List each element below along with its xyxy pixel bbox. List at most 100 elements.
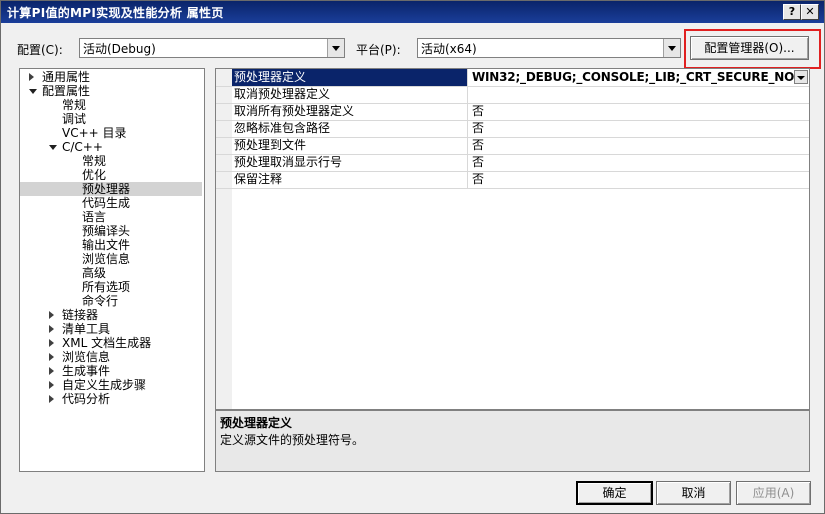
- tree-item[interactable]: 高级: [20, 266, 202, 280]
- tree-item[interactable]: 命令行: [20, 294, 202, 308]
- property-value[interactable]: 否: [470, 137, 808, 154]
- property-name: 忽略标准包含路径: [232, 120, 468, 137]
- tree-item[interactable]: 代码生成: [20, 196, 202, 210]
- tree-item-label: 高级: [82, 266, 107, 280]
- collapsed-arrow-icon[interactable]: [49, 311, 54, 319]
- tree-item-label: 优化: [82, 168, 107, 182]
- property-value[interactable]: 否: [470, 103, 808, 120]
- property-name: 预处理器定义: [232, 69, 468, 86]
- tree-item-label: 浏览信息: [82, 252, 131, 266]
- tree-item[interactable]: 清单工具: [20, 322, 202, 336]
- property-row[interactable]: 取消所有预处理器定义否: [216, 103, 809, 121]
- tree-item[interactable]: 语言: [20, 210, 202, 224]
- platform-combo[interactable]: 活动(x64): [417, 38, 681, 58]
- config-combo[interactable]: 活动(Debug): [79, 38, 345, 58]
- tree-item[interactable]: 通用属性: [20, 70, 202, 84]
- property-row[interactable]: 预处理到文件否: [216, 137, 809, 155]
- description-text: 定义源文件的预处理符号。: [220, 433, 365, 447]
- tree-item-label: 自定义生成步骤: [62, 378, 147, 392]
- property-name: 取消所有预处理器定义: [232, 103, 468, 120]
- tree-item-label: VC++ 目录: [62, 126, 127, 140]
- tree-item-label: 输出文件: [82, 238, 131, 252]
- collapsed-arrow-icon[interactable]: [49, 395, 54, 403]
- property-row[interactable]: 保留注释否: [216, 171, 809, 189]
- tree-item-label: 清单工具: [62, 322, 111, 336]
- tree-item[interactable]: XML 文档生成器: [20, 336, 202, 350]
- window-title: 计算PI值的MPI实现及性能分析 属性页: [7, 6, 224, 20]
- ok-button[interactable]: 确定: [576, 481, 653, 505]
- collapsed-arrow-icon[interactable]: [29, 73, 34, 81]
- property-value[interactable]: 否: [470, 154, 808, 171]
- help-icon[interactable]: ?: [783, 4, 801, 20]
- property-row[interactable]: 忽略标准包含路径否: [216, 120, 809, 138]
- tree-item[interactable]: 自定义生成步骤: [20, 378, 202, 392]
- tree-item[interactable]: 代码分析: [20, 392, 202, 406]
- tree-item[interactable]: 所有选项: [20, 280, 202, 294]
- description-panel: 预处理器定义 定义源文件的预处理符号。: [215, 410, 810, 472]
- expanded-arrow-icon[interactable]: [49, 145, 57, 150]
- tree-item-label: 链接器: [62, 308, 99, 322]
- property-value[interactable]: 否: [470, 171, 808, 188]
- tree-item-label: XML 文档生成器: [62, 336, 152, 350]
- tree-item-label: 通用属性: [42, 70, 91, 84]
- tree-item-label: 所有选项: [82, 280, 131, 294]
- tree-item[interactable]: 调试: [20, 112, 202, 126]
- property-grid[interactable]: 预处理器定义 WIN32;_DEBUG;_CONSOLE;_LIB;_CRT_SE…: [215, 68, 810, 410]
- title-bar[interactable]: 计算PI值的MPI实现及性能分析 属性页 ? ✕: [1, 1, 824, 23]
- tree-item-label: C/C++: [62, 140, 103, 154]
- property-name: 保留注释: [232, 171, 468, 188]
- platform-value: 活动(x64): [421, 42, 477, 56]
- chevron-down-icon[interactable]: [794, 70, 808, 84]
- tree-item[interactable]: C/C++: [20, 140, 202, 154]
- property-name: 预处理到文件: [232, 137, 468, 154]
- property-value[interactable]: 否: [470, 120, 808, 137]
- tree-item-label: 语言: [82, 210, 107, 224]
- collapsed-arrow-icon[interactable]: [49, 339, 54, 347]
- collapsed-arrow-icon[interactable]: [49, 325, 54, 333]
- platform-label: 平台(P):: [356, 43, 401, 57]
- tree-item-label: 常规: [62, 98, 87, 112]
- cancel-button[interactable]: 取消: [656, 481, 731, 505]
- property-name: 取消预处理器定义: [232, 86, 468, 103]
- tree-item[interactable]: 优化: [20, 168, 202, 182]
- tree-item[interactable]: 链接器: [20, 308, 202, 322]
- tree-item[interactable]: 生成事件: [20, 364, 202, 378]
- tree-item[interactable]: 常规: [20, 154, 202, 168]
- config-label: 配置(C):: [17, 43, 63, 57]
- description-title: 预处理器定义: [220, 416, 293, 430]
- property-name: 预处理取消显示行号: [232, 154, 468, 171]
- property-row[interactable]: 预处理器定义 WIN32;_DEBUG;_CONSOLE;_LIB;_CRT_SE…: [216, 69, 809, 87]
- collapsed-arrow-icon[interactable]: [49, 353, 54, 361]
- tree-item-label: 生成事件: [62, 364, 111, 378]
- property-value[interactable]: [470, 86, 808, 103]
- tree-item[interactable]: 浏览信息: [20, 350, 202, 364]
- tree-item-label: 代码分析: [62, 392, 111, 406]
- tree-item[interactable]: 配置属性: [20, 84, 202, 98]
- expanded-arrow-icon[interactable]: [29, 89, 37, 94]
- annotation-highlight: [684, 29, 821, 69]
- tree-item[interactable]: VC++ 目录: [20, 126, 202, 140]
- collapsed-arrow-icon[interactable]: [49, 381, 54, 389]
- tree-item-label: 预处理器: [82, 182, 131, 196]
- tree-item-label: 预编译头: [82, 224, 131, 238]
- property-row[interactable]: 取消预处理器定义: [216, 86, 809, 104]
- tree-item[interactable]: 浏览信息: [20, 252, 202, 266]
- property-tree[interactable]: 通用属性 配置属性 常规 调试 VC++ 目录 C/C++ 常规 优化 预处理器 代码生成 语言 预编…: [19, 68, 205, 472]
- tree-item-label: 浏览信息: [62, 350, 111, 364]
- tree-item-label: 常规: [82, 154, 107, 168]
- tree-item[interactable]: 预编译头: [20, 224, 202, 238]
- tree-item-label: 命令行: [82, 294, 119, 308]
- apply-button[interactable]: 应用(A): [736, 481, 811, 505]
- collapsed-arrow-icon[interactable]: [49, 367, 54, 375]
- tree-item-label: 代码生成: [82, 196, 131, 210]
- property-pages-dialog: 计算PI值的MPI实现及性能分析 属性页 ? ✕ 配置(C): 活动(Debug…: [0, 0, 825, 514]
- tree-item[interactable]: 输出文件: [20, 238, 202, 252]
- tree-item-label: 调试: [62, 112, 87, 126]
- close-icon[interactable]: ✕: [801, 4, 819, 20]
- property-value[interactable]: WIN32;_DEBUG;_CONSOLE;_LIB;_CRT_SECURE_N…: [470, 69, 808, 86]
- property-row[interactable]: 预处理取消显示行号否: [216, 154, 809, 172]
- chevron-down-icon[interactable]: [327, 39, 344, 57]
- tree-item[interactable]: 常规: [20, 98, 202, 112]
- tree-item[interactable]: 预处理器: [20, 182, 202, 196]
- chevron-down-icon[interactable]: [663, 39, 680, 57]
